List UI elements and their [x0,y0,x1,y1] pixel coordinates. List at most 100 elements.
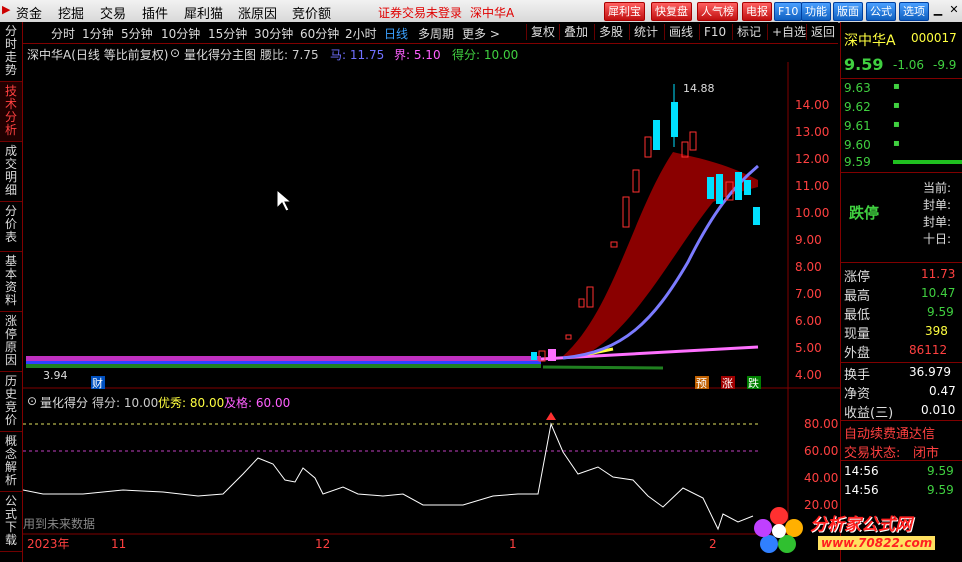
period-daily[interactable]: 日线 [384,25,408,42]
bid-volume-mark: ▪ [893,138,900,149]
minimize-icon[interactable]: ▁ [930,2,946,18]
menu-item-rise-reason[interactable]: 涨原因 [238,3,277,22]
stock-name: 深中华A [844,33,896,49]
period-1min[interactable]: 1分钟 [82,25,114,42]
badge-rise-text: 涨 [722,377,733,390]
period-5min[interactable]: 5分钟 [121,25,153,42]
tab-intraday[interactable]: 分时走势 [0,22,22,82]
menu-stock-name: 深中华A [470,6,515,20]
candle [622,196,630,228]
stat-label: 最高 [844,289,871,304]
price-tick: 14.00 [795,98,829,112]
period-30min[interactable]: 30分钟 [254,25,293,42]
candle [531,352,537,360]
multi-stock-button[interactable]: 多股 [594,24,623,40]
price-change-pct: -9.9 [933,58,957,72]
tab-limit-reason[interactable]: 涨停原因 [0,312,22,372]
period-more[interactable]: 更多 > [462,25,500,42]
menu-item-plugins[interactable]: 插件 [142,3,168,22]
time-tick: 2023年 [27,537,70,551]
period-bar: 分时 1分钟 5分钟 10分钟 15分钟 30分钟 60分钟 2小时 日线 多周… [23,22,838,44]
kline-chart[interactable]: 14.00 13.00 12.00 11.00 10.00 9.00 8.00 … [23,62,840,552]
period-15min[interactable]: 15分钟 [208,25,247,42]
function-button[interactable]: 功能 [801,2,831,21]
add-watchlist-button[interactable]: +自选 [767,24,806,40]
options-button[interactable]: 选项 [899,2,929,21]
bid-price[interactable]: 9.60 [844,138,871,152]
stat-value: 10.47 [921,286,956,300]
tab-concept[interactable]: 概念解析 [0,432,22,492]
f10-top-button[interactable]: F10 [774,2,803,21]
tick-price: 9.59 [927,483,954,497]
quick-review-button[interactable]: 快复盘 [651,2,692,21]
bid-price[interactable]: 9.62 [844,100,871,114]
layout-button[interactable]: 版面 [833,2,863,21]
high-price-label: 14.88 [683,82,715,95]
chart-indicator-name[interactable]: 量化得分主图 [184,46,256,63]
xilibao-button[interactable]: 犀利宝 [604,2,645,21]
tab-trade-detail[interactable]: 成交明细 [0,142,22,202]
score-tick: 80.00 [804,417,838,431]
menu-item-funds[interactable]: 资金 [16,3,42,22]
back-button[interactable]: 返回 [806,24,835,40]
param-jie: 界: 5.10 [394,48,441,62]
time-tick: 12 [315,537,330,551]
tab-technical[interactable]: 技术分析 [0,82,22,142]
formula-button[interactable]: 公式 [866,2,896,21]
time-tick: 2 [709,537,717,551]
price-change: -1.06 [893,58,925,72]
param-ma: 马: 11.75 [330,48,385,62]
period-intraday[interactable]: 分时 [51,25,75,42]
stat-label: 现量 [844,327,871,342]
stat-value: 36.979 [909,365,951,379]
menu-item-xilimao[interactable]: 犀利猫 [184,3,223,22]
stat-value: 11.73 [921,267,956,281]
candle [689,131,697,151]
price-tick: 7.00 [795,287,822,301]
period-multi[interactable]: 多周期 [418,25,454,42]
app-logo-icon[interactable]: ▶ [2,3,10,16]
candle [610,241,618,248]
bid-price[interactable]: 9.63 [844,81,871,95]
tab-basic-info[interactable]: 基本资料 [0,252,22,312]
candle [578,298,585,308]
trade-state-label: 交易状态: [844,446,901,461]
draw-line-button[interactable]: 画线 [664,24,693,40]
tab-formula-download[interactable]: 公式下载 [0,492,22,552]
score-peak-arrow-icon [546,412,556,420]
overlay-button[interactable]: 叠加 [559,24,588,40]
last-price: 9.59 [844,55,884,74]
period-2hour[interactable]: 2小时 [345,25,377,42]
bid-price[interactable]: 9.59 [844,155,871,169]
close-icon[interactable]: ✕ [946,2,962,18]
period-60min[interactable]: 60分钟 [300,25,339,42]
period-10min[interactable]: 10分钟 [161,25,200,42]
stat-label: 最低 [844,308,871,323]
price-tick: 10.00 [795,206,829,220]
price-tick: 13.00 [795,125,829,139]
candle [548,349,556,361]
tab-history-auction[interactable]: 历史竞价 [0,372,22,432]
statistics-button[interactable]: 统计 [629,24,658,40]
candle [565,334,572,340]
f10-button[interactable]: F10 [699,24,726,40]
mark-button[interactable]: 标记 [732,24,761,40]
menu-bar: ▶ 资金 挖掘 交易 插件 犀利猫 涨原因 竞价额 证券交易未登录 深中华A 犀… [0,0,962,23]
chart-indicator-toggle-icon[interactable]: ⊙ [170,46,180,60]
auto-renew-promo[interactable]: 自动续费通达信 [844,423,935,442]
telegraph-button[interactable]: 电报 [742,2,772,21]
popularity-button[interactable]: 人气榜 [697,2,738,21]
stock-code: 000017 [911,31,957,45]
tab-price-table[interactable]: 分价表 [0,202,22,252]
price-tick: 5.00 [795,341,822,355]
menu-item-trade[interactable]: 交易 [100,3,126,22]
price-tick: 9.00 [795,233,822,247]
candle [644,136,652,158]
price-tick: 12.00 [795,152,829,166]
adjust-button[interactable]: 复权 [526,24,555,40]
menu-item-auction-amount[interactable]: 竞价额 [292,3,331,22]
bid-price[interactable]: 9.61 [844,119,871,133]
candle [707,177,714,199]
menu-item-mining[interactable]: 挖掘 [58,3,84,22]
trade-login-warning[interactable]: 证券交易未登录 [378,4,462,21]
